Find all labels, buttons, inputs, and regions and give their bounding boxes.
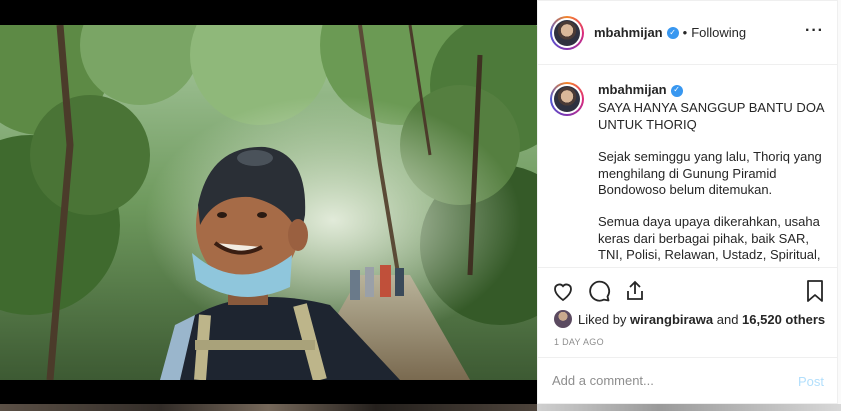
caption-paragraph-1: SAYA HANYA SANGGUP BANTU DOA UNTUK THORI… [598,100,824,132]
caption-comment: mbahmijan ✓ SAYA HANYA SANGGUP BANTU DOA … [550,82,824,266]
more-options-icon[interactable]: ··· [805,23,824,39]
instagram-post-view: mbahmijan ✓ • Following ··· mbahmijan ✓ S… [0,0,841,411]
comment-icon[interactable] [586,278,612,304]
avatar-image [554,86,580,112]
author-username[interactable]: mbahmijan [594,25,663,40]
likes-prefix: Liked by [578,311,631,327]
avatar-ring-inner [552,17,582,48]
avatar-ring-inner [552,84,582,114]
background-peek [537,404,841,411]
post-media-area [0,0,537,411]
caption-paragraph-2: Sejak seminggu yang lalu, Thoriq yang me… [598,149,822,198]
next-post-preview-strip [0,404,537,411]
caption-author-avatar[interactable] [550,82,584,116]
likes-summary: Liked by wirangbirawa and 16,520 others [554,310,825,328]
likes-middle: and [713,311,743,327]
post-timestamp[interactable]: 1 DAY AGO [554,337,604,347]
caption-text: mbahmijan ✓ SAYA HANYA SANGGUP BANTU DOA … [598,82,824,266]
caption-username[interactable]: mbahmijan [598,82,667,97]
comment-input[interactable] [552,373,782,388]
post-side-panel: mbahmijan ✓ • Following ··· mbahmijan ✓ S… [537,0,838,404]
share-icon[interactable] [622,278,648,304]
caption-scroll-area[interactable]: mbahmijan ✓ SAYA HANYA SANGGUP BANTU DOA … [538,66,838,266]
likes-text: Liked by wirangbirawa and 16,520 others [578,312,825,327]
post-photo[interactable] [0,25,537,380]
forest-hiker-photo [0,25,537,380]
liker-username[interactable]: wirangbirawa [630,312,713,327]
avatar-image [554,19,580,46]
letterbox-top [0,0,537,25]
verified-badge-icon: ✓ [670,84,683,97]
following-button[interactable]: Following [691,25,746,40]
heart-icon[interactable] [550,278,576,304]
bookmark-icon[interactable] [802,278,828,304]
post-comment-button[interactable]: Post [798,374,824,389]
author-avatar[interactable] [550,15,584,50]
likes-count-link[interactable]: 16,520 others [742,312,825,327]
liker-avatar[interactable] [554,310,572,328]
action-bar [538,267,838,313]
comment-bar: Post [538,357,838,405]
caption-paragraph-3: Semua daya upaya dikerahkan, usaha keras… [598,214,821,263]
header-separator: • [682,25,688,40]
post-header: mbahmijan ✓ • Following ··· [538,1,838,65]
verified-badge-icon: ✓ [666,26,679,39]
caption-username-line: mbahmijan ✓ [598,82,824,98]
